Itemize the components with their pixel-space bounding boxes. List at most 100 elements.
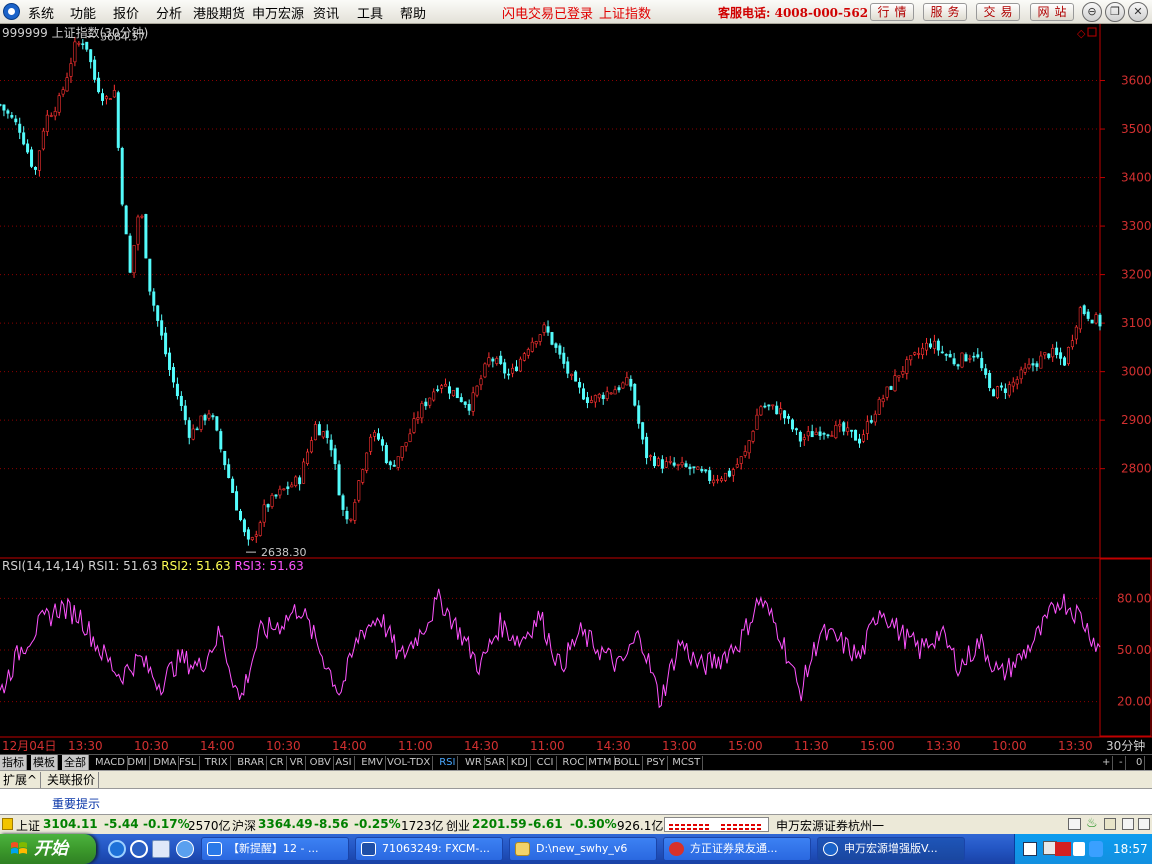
important-notice-link[interactable]: 重要提示 [52, 795, 100, 812]
service-button[interactable]: 服务 [923, 3, 967, 21]
hs-amount: 1723亿 [401, 819, 444, 833]
candle-body [660, 459, 664, 469]
indicator-tab-psy[interactable]: PSY [644, 756, 668, 770]
indicator-tab-vol-tdx[interactable]: VOL-TDX [385, 756, 434, 770]
tray-shield-icon[interactable] [1089, 841, 1103, 857]
alert-icon[interactable] [2, 818, 13, 830]
indicator-tab-mcst[interactable]: MCST [670, 756, 704, 770]
task-founder[interactable]: 方正证券泉友通... [663, 837, 811, 861]
menu-analysis[interactable]: 分析 [156, 3, 182, 22]
indicator-tab-roc[interactable]: ROC [560, 756, 588, 770]
tab-expand[interactable]: 扩展^ [0, 772, 42, 788]
message-icon[interactable] [1138, 818, 1150, 830]
candle-body [668, 461, 672, 463]
task-folder[interactable]: D:\new_swhy_v6 [509, 837, 657, 861]
candle-body [45, 114, 49, 132]
close-icon[interactable]: ✕ [1128, 2, 1148, 22]
candle-body [842, 422, 846, 432]
indicator-tab-kdj[interactable]: KDJ [509, 756, 532, 770]
candle-body [451, 390, 455, 396]
lock-icon[interactable] [1122, 818, 1134, 830]
candle-body [77, 42, 81, 45]
indicator-tab-mtm[interactable]: MTM [586, 756, 615, 770]
task-fxcm[interactable]: 71063249: FXCM-... [355, 837, 503, 861]
side-tab-2[interactable]: 全部 [62, 755, 89, 771]
ie-icon[interactable] [108, 840, 126, 858]
indicator-tab-boll[interactable]: BOLL [612, 756, 643, 770]
tray-network-icon[interactable] [1023, 842, 1037, 856]
kline-chart-area[interactable]: ◇ 3600 3500 3400 3300 3200 3100 3000 2900 2800 80.… [0, 24, 1152, 754]
indicator-tab-cr[interactable]: CR [268, 756, 287, 770]
browser-icon[interactable] [130, 840, 148, 858]
candle-body [495, 358, 499, 364]
zoom-button-2[interactable]: 0 [1134, 756, 1146, 770]
indicator-tab-fsl[interactable]: FSL [177, 756, 200, 770]
side-tab-1[interactable]: 模板 [31, 755, 58, 771]
indicator-tab-macd[interactable]: MACD [93, 756, 128, 770]
tab-related-quote[interactable]: 关联报价 [44, 772, 100, 788]
menu-quote[interactable]: 报价 [113, 3, 139, 22]
task-forum[interactable]: 【新提醒】12 - ... [201, 837, 349, 861]
zoom-button-0[interactable]: + [1100, 756, 1114, 770]
menu-system[interactable]: 系统 [28, 3, 54, 22]
cy-value: 2201.59 [472, 817, 527, 831]
minimize-icon[interactable]: ⊖ [1082, 2, 1102, 22]
swhy-app-icon [823, 842, 838, 856]
candle-body [392, 464, 396, 467]
menu-help[interactable]: 帮助 [400, 3, 426, 22]
website-button[interactable]: 网站 [1030, 3, 1074, 21]
indicator-tab-asi[interactable]: ASI [333, 756, 355, 770]
tray-doc-icon[interactable] [1073, 842, 1085, 856]
time-tick-label: 13:30 [1058, 739, 1093, 753]
candle-body [373, 432, 377, 437]
desktop-icon[interactable] [152, 840, 170, 858]
task-swhy[interactable]: 申万宏源增强版V... [817, 837, 965, 861]
restore-icon[interactable]: ❐ [1105, 2, 1125, 22]
indicator-tab-sar[interactable]: SAR [483, 756, 509, 770]
indicator-tab-dma[interactable]: DMA [151, 756, 180, 770]
candle-body [69, 63, 73, 77]
candle-body [467, 403, 471, 411]
indicator-tab-vr[interactable]: VR [288, 756, 307, 770]
candle-body [609, 392, 613, 395]
indicator-tab-cci[interactable]: CCI [535, 756, 557, 770]
candle-body [869, 420, 873, 423]
window-layout-icon[interactable] [1068, 818, 1081, 830]
menu-news[interactable]: 资讯 [313, 3, 339, 22]
tray-red-icon[interactable] [1055, 842, 1071, 856]
candle-body [306, 451, 310, 464]
candle-body [810, 431, 814, 438]
candle-body [826, 434, 830, 437]
candle-body [207, 413, 211, 419]
side-tab-0[interactable]: 指标 [0, 755, 27, 771]
candle-body [475, 385, 479, 396]
candle-body [928, 343, 932, 348]
task-label: 71063249: FXCM-... [382, 842, 490, 855]
indicator-tab-wr[interactable]: WR [463, 756, 485, 770]
indicator-tab-dmi[interactable]: DMI [125, 756, 150, 770]
market-button[interactable]: 行情 [870, 3, 914, 21]
candle-body [881, 398, 885, 403]
kline-chart-svg[interactable]: ◇ 3600 3500 3400 3300 3200 3100 3000 2900 2800 80.… [0, 24, 1152, 754]
candle-body [294, 476, 298, 487]
candle-body [649, 455, 653, 457]
menu-swhy[interactable]: 申万宏源 [252, 3, 304, 22]
media-icon[interactable] [176, 840, 194, 858]
menu-function[interactable]: 功能 [70, 3, 96, 22]
indicator-tab-obv[interactable]: OBV [308, 756, 334, 770]
zoom-button-1[interactable]: - [1117, 756, 1126, 770]
indicator-tab-brar[interactable]: BRAR [235, 756, 268, 770]
menu-hk-futures[interactable]: 港股期货 [193, 3, 245, 22]
price-tick-label: 2900 [1121, 413, 1152, 427]
menu-tools[interactable]: 工具 [357, 3, 383, 22]
settings-icon[interactable] [1104, 818, 1116, 830]
app-logo-icon[interactable] [3, 3, 20, 20]
trade-button[interactable]: 交易 [976, 3, 1020, 21]
candle-body [1055, 347, 1059, 356]
candle-body [313, 424, 317, 441]
indicator-tab-rsi[interactable]: RSI [437, 756, 459, 770]
indicator-tab-trix[interactable]: TRIX [203, 756, 231, 770]
candle-body [266, 504, 270, 508]
indicator-tab-emv[interactable]: EMV [359, 756, 386, 770]
candle-body [838, 423, 842, 427]
